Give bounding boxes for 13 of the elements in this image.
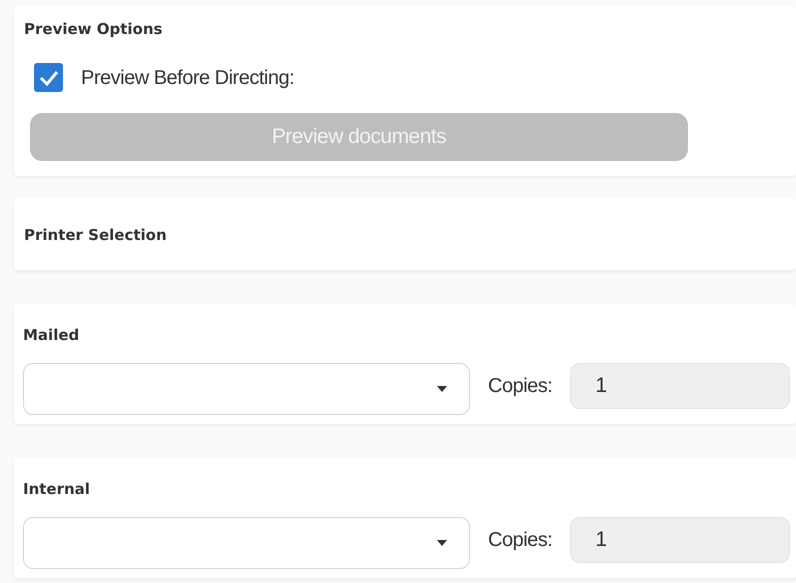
printer-title: Mailed [23,325,80,346]
checkbox-label: Preview Before Directing: [81,66,294,90]
section-title: Printer Selection [24,225,167,246]
copies-label: Copies: [488,374,552,398]
printer-dropdown[interactable] [23,362,470,414]
printer-title: Internal [23,479,90,500]
caret-icon [437,540,447,546]
checkmark-icon [38,70,58,86]
checkbox[interactable] [34,63,63,92]
printer-dropdown[interactable] [23,516,470,568]
copies-label: Copies: [488,528,552,552]
caret-icon [437,386,447,392]
section-title: Preview Options [24,19,162,40]
